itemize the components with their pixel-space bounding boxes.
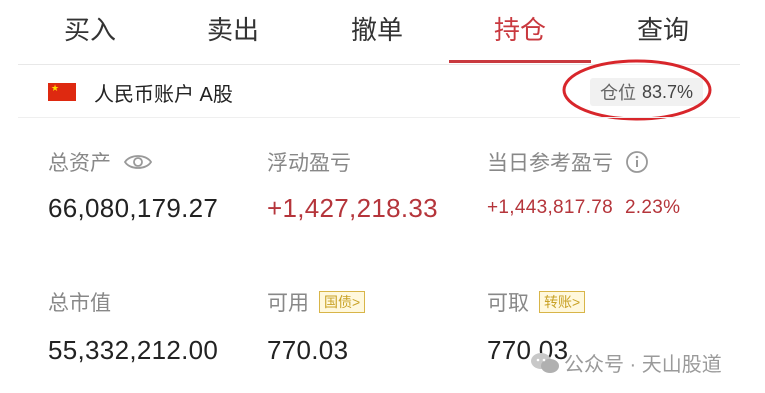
position-value: 83.7% — [642, 81, 694, 102]
tab-buy[interactable]: 买入 — [30, 10, 150, 47]
available-cell: 可用 国债> 770.03 — [267, 287, 366, 366]
china-flag-icon: ★ — [48, 83, 76, 101]
daily-pnl-ratio: 2.23% — [624, 197, 681, 218]
tab-holdings[interactable]: 持仓 — [460, 10, 580, 47]
daily-pnl-cell: 当日参考盈亏 +1,443,817.78 2.23% — [487, 147, 680, 219]
daily-pnl-value: +1,443,817.78 — [487, 197, 613, 218]
trade-tab-bar: 买入 卖出 撤单 持仓 查询 — [0, 0, 765, 64]
tab-cancel-order[interactable]: 撤单 — [317, 10, 437, 47]
total-assets-label: 总资产 — [48, 152, 111, 175]
floating-pnl-cell: 浮动盈亏 +1,427,218.33 — [267, 147, 438, 224]
tab-query[interactable]: 查询 — [603, 10, 723, 47]
account-divider — [18, 117, 740, 118]
market-value-cell: 总市值 55,332,212.00 — [48, 287, 218, 366]
total-assets-value: 66,080,179.27 — [48, 193, 219, 223]
daily-pnl-value-row: +1,443,817.78 2.23% — [487, 197, 680, 219]
eye-icon[interactable] — [123, 152, 153, 172]
info-icon[interactable] — [625, 150, 649, 174]
floating-pnl-value: +1,427,218.33 — [267, 193, 438, 223]
daily-pnl-label: 当日参考盈亏 — [487, 152, 613, 175]
active-tab-indicator — [449, 60, 591, 63]
treasury-bond-link[interactable]: 国债> — [319, 291, 366, 313]
withdrawable-label: 可取 — [487, 292, 529, 315]
watermark-text: 公众号 · 天山股道 — [564, 354, 722, 376]
floating-pnl-label: 浮动盈亏 — [267, 152, 351, 175]
market-value-label: 总市值 — [48, 292, 111, 315]
wechat-logo-icon — [531, 352, 559, 373]
account-selector[interactable]: ★ 人民币账户 A股 — [48, 80, 233, 106]
watermark: 公众号 · 天山股道 — [530, 348, 722, 377]
transfer-link[interactable]: 转账> — [539, 291, 586, 313]
tab-divider — [18, 64, 740, 65]
account-label: 人民币账户 A股 — [94, 83, 233, 106]
position-ratio-badge: 仓位 83.7% — [590, 78, 704, 106]
available-label: 可用 — [267, 292, 309, 315]
tab-sell[interactable]: 卖出 — [173, 10, 293, 47]
position-label: 仓位 — [600, 83, 636, 103]
market-value-value: 55,332,212.00 — [48, 335, 219, 365]
total-assets-cell: 总资产 66,080,179.27 — [48, 147, 218, 224]
available-value: 770.03 — [267, 335, 349, 365]
